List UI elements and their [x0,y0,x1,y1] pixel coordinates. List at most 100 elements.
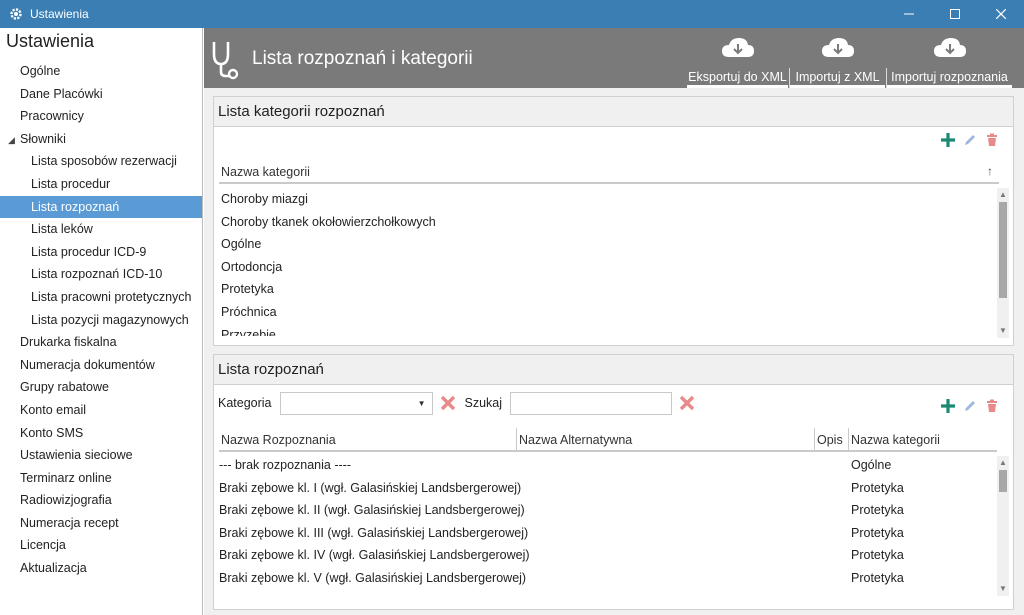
column-header-category[interactable]: Nazwa kategorii [849,428,997,450]
cell-category: Protetyka [851,480,904,495]
gear-icon [8,6,24,22]
delete-diagnosis-button[interactable] [981,395,1003,417]
minimize-button[interactable] [886,0,932,28]
table-row[interactable]: --- brak rozpoznania ---- Ogólne [219,454,997,477]
sidebar-item-label: Lista rozpoznań ICD-10 [31,267,163,282]
sidebar-item-label: Ogólne [20,64,61,78]
sidebar-item-drukarka-fiskalna[interactable]: Drukarka fiskalna [0,331,202,354]
import-xml-button[interactable]: Importuj z XML [790,28,885,88]
list-item[interactable]: Protetyka [219,278,997,301]
category-column-header[interactable]: Nazwa kategorii ↑ [219,161,999,184]
scrollbar-thumb[interactable] [999,470,1007,492]
pencil-icon [965,401,975,411]
sidebar-item-lista-pozycji-magazynowych[interactable]: Lista pozycji magazynowych [0,309,202,332]
sidebar-item-numeracja-recept[interactable]: Numeracja recept [0,512,202,535]
table-row[interactable]: Braki zębowe kl. IV (wgł. Galasińskiej L… [219,544,997,567]
column-header-desc[interactable]: Opis [815,428,849,450]
diagnoses-filter-bar: Kategoria ▼ Szukaj [218,391,696,415]
table-row[interactable]: Braki zębowe kl. III (wgł. Galasińskiej … [219,522,997,545]
sidebar-item-numeracja-dokumentow[interactable]: Numeracja dokumentów [0,354,202,377]
sidebar-item-ogolne[interactable]: Ogólne [0,60,202,83]
sidebar-item-pracownicy[interactable]: Pracownicy [0,105,202,128]
scroll-up-icon[interactable]: ▲ [997,188,1009,202]
sidebar-item-label: Lista procedur ICD-9 [31,244,147,259]
close-button[interactable] [978,0,1024,28]
search-input[interactable] [510,391,673,415]
trash-icon [987,399,997,412]
sidebar-item-label: Numeracja dokumentów [20,357,155,372]
scroll-down-icon[interactable]: ▼ [997,324,1009,338]
edit-category-button[interactable] [959,129,981,151]
clear-category-button[interactable] [439,394,457,412]
sort-ascending-icon: ↑ [987,164,993,178]
sidebar-item-label: Konto email [20,402,87,417]
sidebar-item-lista-rozpoznan[interactable]: Lista rozpoznań [0,195,202,219]
cell-category: Protetyka [851,570,904,585]
sidebar-item-konto-email[interactable]: Konto email [0,399,202,422]
column-header-alt[interactable]: Nazwa Alternatywna [517,428,815,450]
list-item[interactable]: Choroby tkanek okołowierzchołkowych [219,211,997,234]
delete-category-button[interactable] [981,129,1003,151]
sidebar-item-label: Pracownicy [20,109,84,124]
export-xml-label: Eksportuj do XML [688,70,787,84]
sidebar-item-lista-rozpoznan-icd10[interactable]: Lista rozpoznań ICD-10 [0,263,202,286]
sidebar-item-lista-sposobow-rezerwacji[interactable]: Lista sposobów rezerwacji [0,150,202,173]
import-diagnoses-label: Importuj rozpoznania [891,70,1008,84]
scrollbar-thumb[interactable] [999,202,1007,298]
sidebar-item-label: Konto SMS [20,425,84,440]
sidebar-item-licencja[interactable]: Licencja [0,534,202,557]
table-row[interactable]: Braki zębowe kl. II (wgł. Galasińskiej L… [219,499,997,522]
cloud-download-icon [721,38,754,57]
clear-search-button[interactable] [678,394,696,412]
sidebar-item-radiowizjografia[interactable]: Radiowizjografia [0,489,202,512]
list-item[interactable]: Przyzebie [219,324,997,336]
list-item[interactable]: Ogólne [219,233,997,256]
cell-category: Ogólne [851,458,892,472]
diagnoses-list: --- brak rozpoznania ---- Ogólne Braki zę… [219,454,997,592]
button-underline [887,85,1012,88]
sidebar-item-terminarz-online[interactable]: Terminarz online [0,467,202,490]
category-filter-select[interactable]: ▼ [279,391,433,415]
cell-category: Protetyka [851,525,904,540]
diagnoses-scrollbar[interactable]: ▲ ▼ [997,456,1009,596]
cloud-download-icon [933,38,966,57]
table-row[interactable]: Braki zębowe kl. V (wgł. Galasińskiej La… [219,567,997,590]
sidebar-item-label: Drukarka fiskalna [20,335,117,350]
sidebar-item-grupy-rabatowe[interactable]: Grupy rabatowe [0,376,202,399]
cell-name: --- brak rozpoznania ---- [219,458,351,472]
add-diagnosis-button[interactable] [937,395,959,417]
sidebar-item-slowniki[interactable]: ◢ Słowniki [0,128,202,151]
trash-icon [987,133,997,146]
list-item[interactable]: Próchnica [219,301,997,324]
scroll-up-icon[interactable]: ▲ [997,456,1009,470]
column-header-name[interactable]: Nazwa Rozpoznania [219,428,517,450]
table-row[interactable]: Braki zębowe kl. I (wgł. Galasińskiej La… [219,477,997,500]
sidebar-item-ustawienia-sieciowe[interactable]: Ustawienia sieciowe [0,444,202,467]
sidebar-item-lista-lekow[interactable]: Lista leków [0,218,202,241]
sidebar-item-lista-pracowni-protetycznych[interactable]: Lista pracowni protetycznych [0,286,202,309]
list-item[interactable]: Ortodoncja [219,256,997,279]
add-category-button[interactable] [937,129,959,151]
sidebar-item-dane-placowki[interactable]: Dane Placówki [0,83,202,106]
import-diagnoses-button[interactable]: Importuj rozpoznania [887,28,1012,88]
scroll-down-icon[interactable]: ▼ [997,582,1009,596]
cell-name: Braki zębowe kl. III (wgł. Galasińskiej … [219,525,529,540]
sidebar-item-lista-procedur-icd9[interactable]: Lista procedur ICD-9 [0,241,202,264]
categories-scrollbar[interactable]: ▲ ▼ [997,188,1009,338]
pencil-icon [965,135,975,145]
diagnoses-toolbar [937,395,1003,417]
sidebar-item-lista-procedur[interactable]: Lista procedur [0,173,202,196]
page-title: Lista rozpoznań i kategorii [252,48,473,69]
sidebar-item-label: Lista rozpoznań [31,199,120,214]
sidebar-item-konto-sms[interactable]: Konto SMS [0,422,202,445]
sidebar-item-label: Lista sposobów rezerwacji [31,154,177,169]
maximize-button[interactable] [932,0,978,28]
sidebar-item-label: Grupy rabatowe [20,380,109,395]
export-xml-button[interactable]: Eksportuj do XML [687,28,788,88]
sidebar-item-aktualizacja[interactable]: Aktualizacja [0,557,202,580]
page-header: Lista rozpoznań i kategorii Eksportuj do… [204,28,1024,88]
close-icon [996,9,1006,19]
expand-triangle-icon[interactable]: ◢ [8,129,20,152]
edit-diagnosis-button[interactable] [959,395,981,417]
list-item[interactable]: Choroby miazgi [219,188,997,211]
